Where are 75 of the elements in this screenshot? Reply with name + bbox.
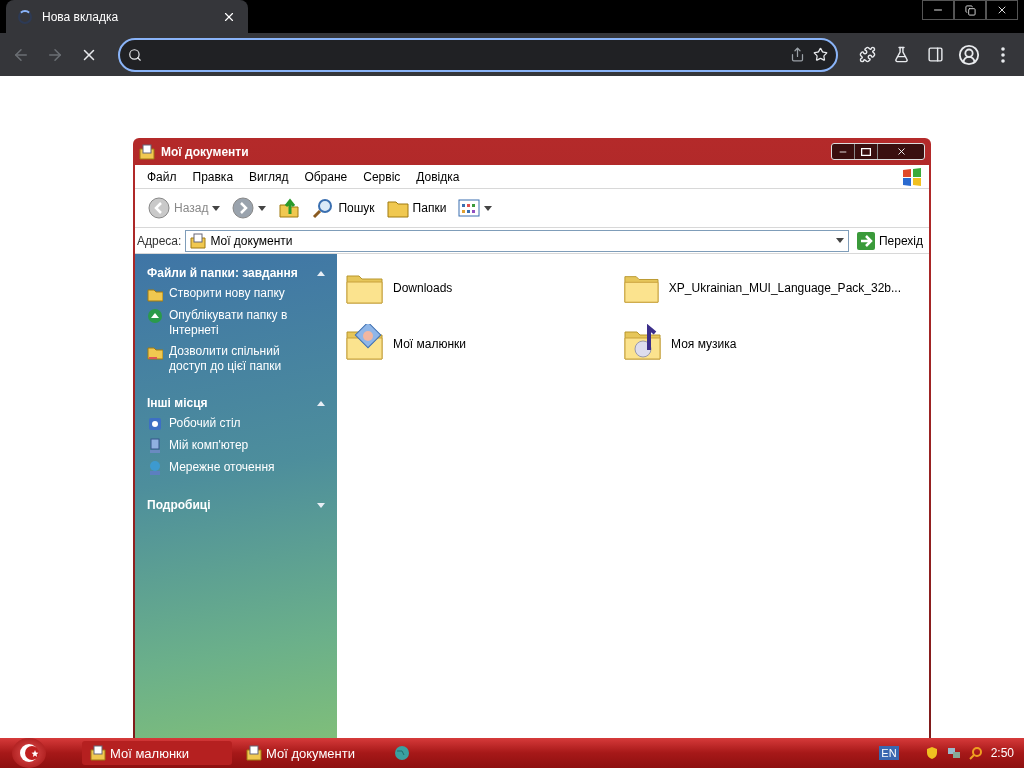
task-link[interactable]: Робочий стіл [169,416,319,431]
menu-item[interactable]: Довідка [408,169,468,184]
address-field[interactable] [118,37,838,72]
views-icon [458,199,481,217]
windows-logo-icon [901,166,923,187]
address-label: Адреса: [137,233,182,248]
restore-icon [964,4,976,16]
menu-item[interactable]: Вигляд [241,169,297,184]
clock: 2:50 [990,746,1014,760]
dropdown-arrow-icon [258,205,267,211]
pane-title[interactable]: Подробиці [147,498,211,512]
browser-tab[interactable]: Нова вкладка [6,0,248,33]
up-folder-icon [278,197,301,219]
task-link[interactable]: Дозволити спільний доступ до цієї папки [169,344,319,374]
search-button[interactable]: Пошук [309,195,378,221]
go-button[interactable]: Перехід [852,231,927,250]
window-title: Мої документи [161,144,250,159]
folders-button[interactable]: Папки [383,196,450,220]
file-name[interactable]: XP_Ukrainian_MUI_Language_Pack_32b... [668,281,901,295]
documents-icon [190,232,207,249]
dropdown-arrow-icon [835,238,844,243]
computer-icon [147,438,163,454]
folder-icon [147,344,163,360]
menu-icon [1001,46,1005,63]
close-icon [895,146,907,157]
star-icon[interactable] [813,47,828,62]
taskbar-button[interactable]: Мої малюнки [82,741,232,765]
collapse-caret-icon[interactable] [317,400,325,406]
taskbar-button[interactable]: Мої документи [238,741,388,765]
task-link[interactable]: Опублікувати папку в Інтернеті [169,308,319,338]
documents-icon [246,745,262,761]
task-link[interactable]: Мій комп'ютер [169,438,319,453]
menu-item[interactable]: Сервіс [355,169,409,184]
pane-title[interactable]: Інші місця [147,396,208,410]
network-icon [147,460,163,476]
menu-item[interactable]: Правка [184,169,242,184]
share-icon[interactable] [790,47,805,62]
start-button[interactable] [12,738,46,768]
expand-caret-icon[interactable] [317,502,325,508]
search-icon [312,197,335,219]
flask-icon [892,46,910,63]
side-panel-icon [926,46,944,63]
globe-icon [147,308,163,324]
pane-title[interactable]: Файли й папки: завдання [147,266,298,280]
close-button[interactable] [986,0,1018,20]
task-link[interactable]: Створити нову папку [169,286,319,301]
profile-icon [958,43,980,66]
globe-icon[interactable] [394,745,410,761]
search-icon[interactable] [968,746,983,760]
task-link[interactable]: Мережне оточення [169,460,319,475]
tab-title: Нова вкладка [42,9,120,24]
file-name[interactable]: Моя музика [671,337,737,351]
menu-item[interactable]: Файл [139,169,185,184]
dropdown-arrow-icon [484,205,493,211]
documents-icon [139,143,155,160]
network-icon[interactable] [946,746,961,760]
restore-button[interactable] [954,0,986,20]
file-name[interactable]: Downloads [393,281,453,295]
dropdown-arrow-icon [212,205,221,211]
language-indicator[interactable]: EN [879,746,899,760]
maximize-icon [861,147,871,156]
folder-icon [147,286,163,302]
address-field[interactable]: Мої документи [185,229,849,252]
menu-item[interactable]: Обране [296,169,356,184]
collapse-caret-icon[interactable] [317,270,325,276]
go-arrow-icon [856,231,875,250]
shield-icon[interactable] [924,746,939,760]
desktop-icon [147,416,163,432]
search-icon [128,47,142,62]
close-icon [996,4,1008,16]
file-name[interactable]: Мої малюнки [393,337,466,351]
documents-icon [90,745,106,761]
minimize-button[interactable] [922,0,954,20]
folder-icon [386,198,409,218]
puzzle-icon [858,46,876,63]
